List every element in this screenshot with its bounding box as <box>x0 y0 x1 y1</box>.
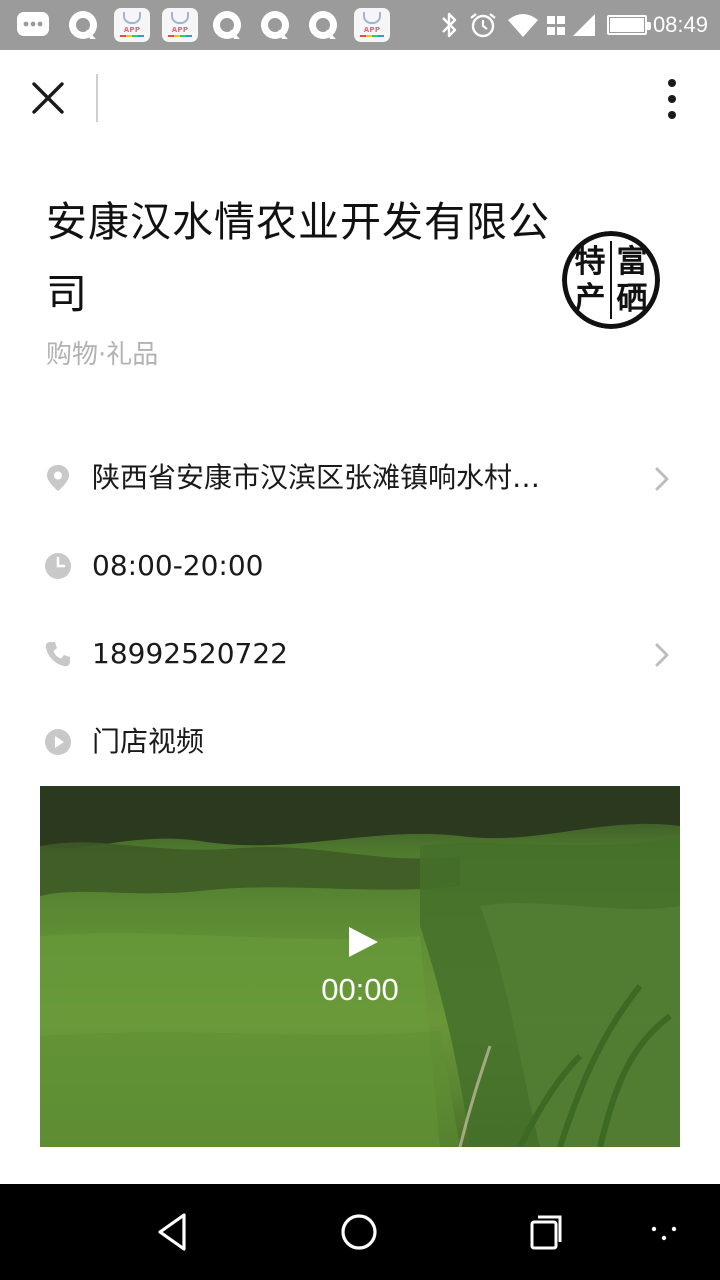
more-vertical-icon <box>668 79 676 119</box>
address-text: 陕西省安康市汉滨区张滩镇响水村… <box>92 461 541 494</box>
battery-icon <box>606 15 651 35</box>
system-navigation-bar <box>0 1184 720 1280</box>
store-category: 购物·礼品 <box>46 340 159 370</box>
phone-row[interactable]: 18992520722 <box>0 610 720 698</box>
store-video-player[interactable]: 00:00 <box>40 786 680 1147</box>
app-store-icon: APP <box>162 8 198 42</box>
store-name: 安康汉水情农业开发有限公司 <box>46 198 550 318</box>
app-store-icon: APP <box>114 8 150 42</box>
close-icon <box>32 82 64 114</box>
logo-char: 硒 <box>616 281 648 317</box>
video-duration: 00:00 <box>321 972 399 1007</box>
menu-dots-button[interactable] <box>640 1208 688 1256</box>
logo-char: 特 <box>574 244 606 280</box>
close-button[interactable] <box>24 72 72 124</box>
alarm-icon <box>470 13 496 38</box>
divider <box>96 74 98 122</box>
signal-bars-icon <box>572 14 595 36</box>
menu-dots-icon <box>651 1226 677 1241</box>
bluetooth-icon <box>442 12 457 38</box>
more-options-button[interactable] <box>650 72 694 124</box>
chevron-right-icon <box>655 643 669 667</box>
location-pin-icon <box>47 465 69 491</box>
chevron-right-icon <box>655 467 669 491</box>
recent-apps-icon <box>530 1215 562 1250</box>
message-icon <box>17 12 49 36</box>
logo-char: 富 <box>616 244 648 280</box>
app-store-icon: APP <box>354 8 390 42</box>
logo-char: 产 <box>574 281 606 317</box>
recent-apps-button[interactable] <box>522 1208 570 1256</box>
hours-row: 08:00-20:00 <box>0 522 720 610</box>
wifi-icon <box>507 14 538 37</box>
signal-3g-icon <box>546 16 565 35</box>
video-row: 门店视频 <box>0 698 720 786</box>
browser-icon <box>69 11 97 39</box>
browser-icon <box>309 11 337 39</box>
top-bar <box>0 50 720 146</box>
back-triangle-icon <box>158 1213 186 1251</box>
back-button[interactable] <box>150 1208 198 1256</box>
status-bar: APP APP APP 08:49 <box>0 0 720 50</box>
phone-icon <box>45 642 70 667</box>
video-play-icon <box>45 729 71 755</box>
video-thumbnail <box>40 786 680 1147</box>
browser-icon <box>213 11 241 39</box>
hours-text: 08:00-20:00 <box>92 549 264 582</box>
video-label: 门店视频 <box>92 725 205 758</box>
status-indicators: 08:49 <box>437 0 720 50</box>
browser-icon <box>261 11 289 39</box>
phone-text: 18992520722 <box>92 637 288 670</box>
play-icon[interactable] <box>343 924 381 960</box>
clock-icon <box>45 553 71 579</box>
address-row[interactable]: 陕西省安康市汉滨区张滩镇响水村… <box>0 434 720 522</box>
home-button[interactable] <box>335 1208 383 1256</box>
home-circle-icon <box>341 1214 377 1250</box>
store-logo[interactable]: 特 产 富 硒 <box>562 231 660 329</box>
status-time: 08:49 <box>652 12 708 37</box>
